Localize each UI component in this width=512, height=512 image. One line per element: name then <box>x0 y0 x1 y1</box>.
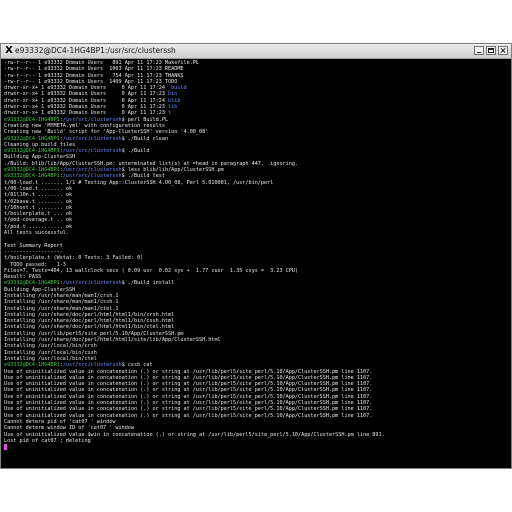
maximize-button[interactable] <box>486 46 496 55</box>
output-text: Installing /usr/share/man/man1/ctel.1 <box>4 305 119 312</box>
output-text: Cannot determ window ID of 'cat07 ' wind… <box>4 425 134 432</box>
prompt-user: e93332@DC4-1HG4BP1 <box>4 135 60 142</box>
output-text: ------------------- <box>4 248 63 255</box>
output-text: Installing /usr/share/man/man1/cssh.1 <box>4 299 119 306</box>
terminal-line <box>4 444 508 451</box>
output-text: t/00-load.t ....... 1/1 # Testing App::C… <box>4 179 274 186</box>
output-text: Creating new 'Build' script for 'App-Clu… <box>4 129 209 136</box>
path-text: /usr/src/clusterssh <box>62 167 122 174</box>
output-text: Result: PASS <box>4 274 42 281</box>
output-text: Installing /usr/local/bin/cssh <box>4 349 97 356</box>
window-controls <box>474 46 508 55</box>
output-text: drwxr-xr-x+ 1 e93332 Domain Users 0 Apr … <box>4 91 169 98</box>
output-text: Building App-ClusterSSH <box>4 154 76 161</box>
output-text: $ perl Build.PL <box>121 116 169 123</box>
output-text: Cannot detere pid of 'cat07 ' window <box>4 418 116 425</box>
output-text: Installing /usr/share/man/man1/crsh.1 <box>4 292 119 299</box>
path-text: /usr/src/clusterssh <box>62 116 122 123</box>
output-text: Use of uninitialized value in concatenat… <box>4 406 373 413</box>
path-text: /usr/src/clusterssh <box>62 173 122 180</box>
output-text: Use of uninitialized value in concatenat… <box>4 400 373 407</box>
output-text: Use of uninitialized value $win in conca… <box>4 431 385 438</box>
output-text: Installing /usr/share/doc/perl/html/html… <box>4 337 221 344</box>
output-text: Use of uninitialized value in concatenat… <box>4 393 373 400</box>
output-text: Installing /usr/share/doc/perl/html/html… <box>4 311 175 318</box>
output-text: -rw-r--r-- 1 e93332 Domain Users 891 Apr… <box>4 60 199 66</box>
output-text: Cleaning up build files <box>4 141 76 148</box>
output-text: ./Build: blib/lib/App/ClusterSSH.pm: unt… <box>4 160 299 167</box>
output-text: Creating new 'MYMETA.yml' with configura… <box>4 122 165 129</box>
output-text: Use of uninitialized value in concatenat… <box>4 412 373 419</box>
output-text: Installing /usr/share/doc/perl/html/html… <box>4 324 175 331</box>
prompt-user: e93332@DC4-1HG4BP1 <box>4 148 60 155</box>
path-text: /usr/src/clusterssh <box>62 135 122 142</box>
path-text: /usr/src/clusterssh <box>62 362 122 369</box>
output-text: t/00-load.t ....... ok <box>4 185 73 192</box>
output-text: -rw-r--r-- 1 e93332 Domain Users 1409 Ap… <box>4 78 178 85</box>
output-text: drwxr-xr-x+ 1 e93332 Domain Users 0 Apr … <box>4 97 169 104</box>
output-text: $ ./Build <box>121 148 150 155</box>
output-text: t/01l10n.t ........ ok <box>4 192 73 199</box>
output-text: Use of uninitialized value in concatenat… <box>4 368 373 375</box>
output-text: Installing /usr/local/bin/crsh <box>4 343 97 350</box>
prompt-user: e93332@DC4-1HG4BP1 <box>4 362 60 369</box>
output-text: t/boilerplate.t (Wstat: 0 Tests: 3 Faile… <box>4 255 144 262</box>
prompt-user: e93332@DC4-1HG4BP1 <box>4 167 60 174</box>
close-button[interactable] <box>498 46 508 55</box>
prompt-user: e93332@DC4-1HG4BP1 <box>4 116 60 123</box>
terminal-cursor <box>4 444 7 451</box>
output-text: drwxr-xr-x+ 1 e93332 Domain Users 0 Apr … <box>4 110 169 117</box>
output-text: Installing /usr/share/doc/perl/html/html… <box>4 318 175 325</box>
output-text: -rw-r--r-- 1 e93332 Domain Users 1063 Ap… <box>4 66 184 73</box>
output-text: Installing /usr/lib/perl5/site_perl/5.10… <box>4 330 184 337</box>
output-text: Use of uninitialized value in concatenat… <box>4 387 373 394</box>
output-text: t/boilerplate.t ... ok <box>4 211 73 218</box>
path-text: t <box>168 110 172 117</box>
output-text: t/10host.t ........ ok <box>4 204 73 211</box>
output-text: Test Summary Report <box>4 242 63 249</box>
output-text: Use of uninitialized value in concatenat… <box>4 381 373 388</box>
output-text: Lost pid of cat07 ; deleting <box>4 437 91 444</box>
output-text: drwxr-xr-x+ 1 e93332 Domain Users 0 Apr … <box>4 104 169 111</box>
output-text: Installing /usr/local/bin/ctel <box>4 355 97 362</box>
terminal-output[interactable]: -rw-r--r-- 1 e93332 Domain Users 891 Apr… <box>4 60 508 466</box>
output-text: Building App-ClusterSSH <box>4 286 76 293</box>
prompt-user: e93332@DC4-1HG4BP1 <box>4 173 60 180</box>
output-text: $ cssh cat <box>121 362 153 369</box>
window-titlebar[interactable]: X e93332@DC4-1HG4BP1:/usr/src/clusterssh <box>1 44 511 59</box>
output-text: Files=7, Tests=404, 13 wallclock secs ( … <box>4 267 299 274</box>
output-text: TODO passed: 1-3 <box>4 261 66 268</box>
x-window-icon: X <box>5 45 13 56</box>
terminal-window[interactable]: X e93332@DC4-1HG4BP1:/usr/src/clusterssh… <box>0 43 512 469</box>
output-text: t/pod.t ........... ok <box>4 223 73 230</box>
output-text: drwxr-xr-x+ 1 e93332 Domain Users 0 Apr … <box>4 85 169 92</box>
output-text: t/pod-coverage.t .. ok <box>4 217 73 224</box>
output-text: $ ./Build test <box>121 173 165 180</box>
window-title: e93332@DC4-1HG4BP1:/usr/src/clusterssh <box>15 46 176 55</box>
path-text: /usr/src/clusterssh <box>62 148 122 155</box>
output-text: Use of uninitialized value in concatenat… <box>4 374 373 381</box>
prompt-user: e93332@DC4-1HG4BP1 <box>4 280 60 287</box>
output-text: $ ./Build install <box>121 280 175 287</box>
path-text: /usr/src/clusterssh <box>62 280 122 287</box>
output-text: -rw-r--r-- 1 e93332 Domain Users 754 Apr… <box>4 72 184 79</box>
output-text: All tests successful. <box>4 230 69 237</box>
output-text: $ less blib/lib/App/ClusterSSH.pm <box>121 167 224 174</box>
path-text: blib <box>168 97 181 104</box>
path-text: lib <box>168 104 178 111</box>
output-text: $ ./Build clean <box>121 135 169 142</box>
minimize-button[interactable] <box>474 46 484 55</box>
path-text: bin <box>168 91 178 98</box>
path-text: _build <box>168 85 187 92</box>
output-text: t/02base.t ........ ok <box>4 198 73 205</box>
